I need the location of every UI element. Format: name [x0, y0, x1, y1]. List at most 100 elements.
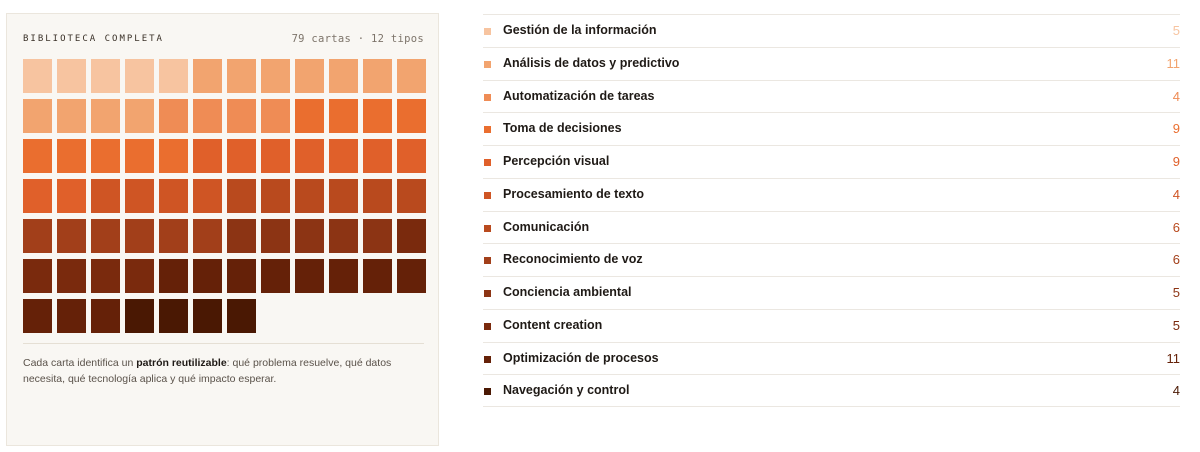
card-tile[interactable] [397, 139, 426, 173]
card-tile[interactable] [295, 99, 324, 133]
category-count: 4 [1172, 186, 1180, 202]
card-tile[interactable] [397, 99, 426, 133]
card-tile[interactable] [261, 179, 290, 213]
card-tile[interactable] [125, 99, 154, 133]
card-tile[interactable] [125, 259, 154, 293]
card-tile[interactable] [363, 139, 392, 173]
card-tile[interactable] [57, 299, 86, 333]
card-tile[interactable] [261, 259, 290, 293]
card-tile[interactable] [227, 299, 256, 333]
card-tile[interactable] [23, 179, 52, 213]
category-row[interactable]: Automatización de tareas 4 [483, 79, 1180, 113]
card-tile[interactable] [261, 99, 290, 133]
category-row[interactable]: Navegación y control 4 [483, 374, 1180, 407]
card-tile[interactable] [295, 59, 324, 93]
card-tile[interactable] [193, 99, 222, 133]
card-tile[interactable] [159, 259, 188, 293]
card-tile[interactable] [57, 179, 86, 213]
card-tile[interactable] [193, 299, 222, 333]
card-tile[interactable] [329, 59, 358, 93]
library-description: Cada carta identifica un patrón reutiliz… [23, 356, 427, 387]
card-tile[interactable] [329, 219, 358, 253]
category-row[interactable]: Procesamiento de texto 4 [483, 177, 1180, 211]
card-tile[interactable] [295, 259, 324, 293]
card-tile[interactable] [397, 259, 426, 293]
card-tile[interactable] [57, 139, 86, 173]
card-tile[interactable] [397, 179, 426, 213]
card-tile[interactable] [159, 139, 188, 173]
card-tile[interactable] [57, 219, 86, 253]
card-tile[interactable] [193, 179, 222, 213]
card-tile[interactable] [57, 259, 86, 293]
card-tile[interactable] [91, 99, 120, 133]
card-tile[interactable] [91, 179, 120, 213]
card-tile[interactable] [329, 259, 358, 293]
card-tile[interactable] [125, 219, 154, 253]
card-tile[interactable] [227, 139, 256, 173]
card-tile[interactable] [363, 99, 392, 133]
category-name: Navegación y control [503, 383, 630, 398]
card-tile[interactable] [227, 179, 256, 213]
card-tile[interactable] [23, 139, 52, 173]
card-tile[interactable] [23, 99, 52, 133]
category-swatch [484, 355, 491, 363]
card-tile[interactable] [91, 139, 120, 173]
card-tile[interactable] [23, 259, 52, 293]
card-tile[interactable] [295, 139, 324, 173]
card-tile[interactable] [159, 299, 188, 333]
card-tile[interactable] [125, 299, 154, 333]
card-tile[interactable] [193, 59, 222, 93]
category-row[interactable]: Content creation 5 [483, 308, 1180, 342]
card-tile[interactable] [261, 139, 290, 173]
category-count: 5 [1172, 23, 1180, 38]
card-tile[interactable] [23, 59, 52, 93]
category-count: 5 [1172, 285, 1180, 300]
card-tile[interactable] [57, 99, 86, 133]
card-tile[interactable] [329, 99, 358, 133]
card-tile[interactable] [91, 59, 120, 93]
card-tile[interactable] [363, 259, 392, 293]
card-tile[interactable] [159, 179, 188, 213]
card-tile[interactable] [363, 219, 392, 253]
category-swatch [484, 93, 491, 101]
card-tile[interactable] [91, 299, 120, 333]
card-tile[interactable] [159, 59, 188, 93]
category-row[interactable]: Conciencia ambiental 5 [483, 276, 1180, 309]
category-row[interactable]: Gestión de la información 5 [483, 14, 1180, 47]
card-tile[interactable] [57, 59, 86, 93]
card-tile[interactable] [397, 219, 426, 253]
card-tile[interactable] [193, 259, 222, 293]
category-row[interactable]: Percepción visual 9 [483, 145, 1180, 178]
card-tile[interactable] [159, 219, 188, 253]
card-tile[interactable] [363, 59, 392, 93]
card-tile[interactable] [261, 219, 290, 253]
card-tile[interactable] [227, 99, 256, 133]
card-tile[interactable] [193, 139, 222, 173]
category-row[interactable]: Análisis de datos y predictivo 11 [483, 46, 1180, 80]
card-tile[interactable] [329, 179, 358, 213]
category-row[interactable]: Reconocimiento de voz 6 [483, 243, 1180, 276]
card-tile[interactable] [91, 219, 120, 253]
card-tile[interactable] [23, 219, 52, 253]
card-tile[interactable] [329, 139, 358, 173]
card-tile[interactable] [23, 299, 52, 333]
card-tile[interactable] [227, 59, 256, 93]
category-name: Análisis de datos y predictivo [503, 55, 680, 70]
card-tile[interactable] [125, 59, 154, 93]
card-tile[interactable] [397, 59, 426, 93]
card-tile[interactable] [193, 219, 222, 253]
card-tile[interactable] [227, 219, 256, 253]
card-tile[interactable] [261, 59, 290, 93]
card-tile[interactable] [159, 99, 188, 133]
card-tile[interactable] [295, 219, 324, 253]
category-row[interactable]: Comunicación 6 [483, 210, 1180, 244]
card-tile[interactable] [91, 259, 120, 293]
category-row[interactable]: Optimización de procesos 11 [483, 341, 1180, 375]
category-row[interactable]: Toma de decisiones 9 [483, 112, 1180, 145]
card-tile[interactable] [363, 179, 392, 213]
card-tile[interactable] [227, 259, 256, 293]
card-tile[interactable] [295, 179, 324, 213]
card-tile[interactable] [125, 139, 154, 173]
card-tile[interactable] [125, 179, 154, 213]
description-highlight: patrón reutilizable [136, 357, 227, 369]
